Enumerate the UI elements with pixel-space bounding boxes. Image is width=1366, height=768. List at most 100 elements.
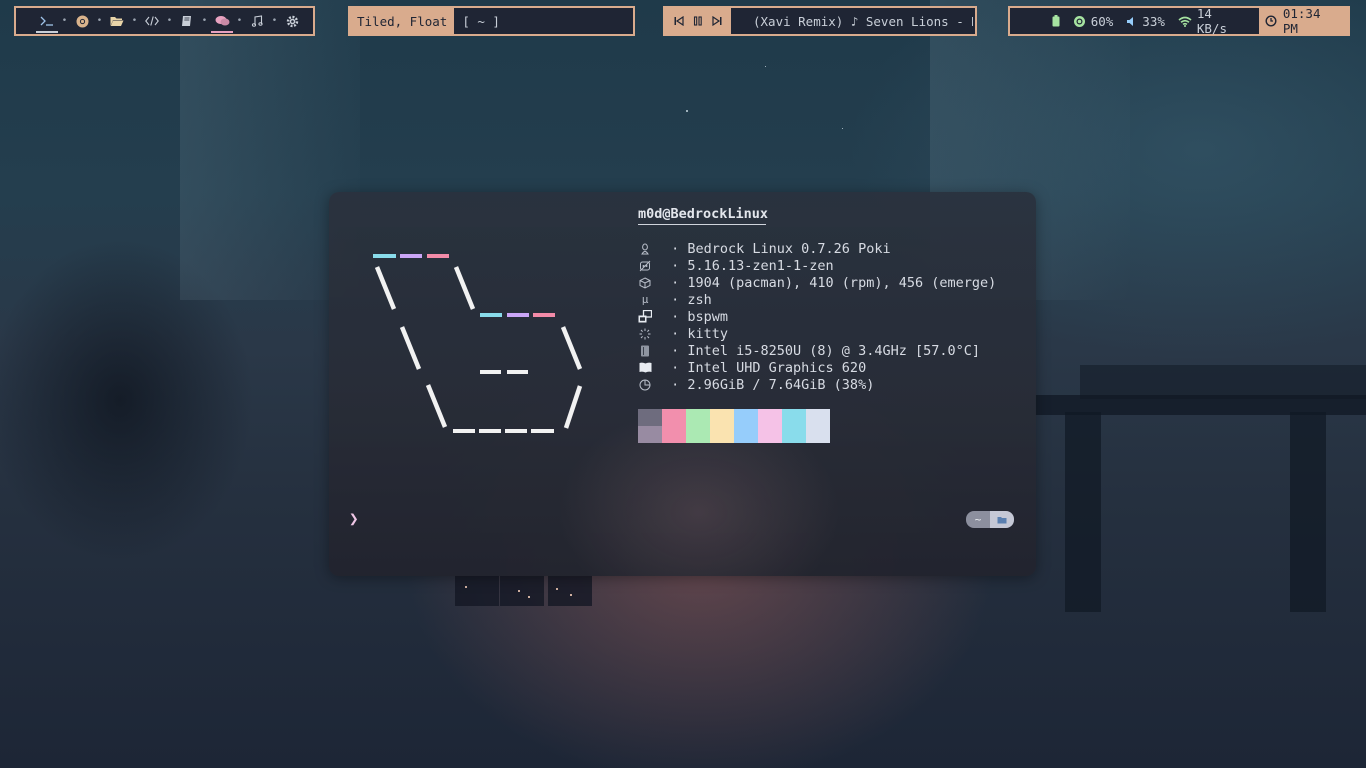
- workspace-separator: •: [201, 16, 208, 26]
- info-value: · 2.96GiB / 7.64GiB (38%): [663, 376, 875, 393]
- workspace-separator: •: [61, 16, 68, 26]
- color-swatch: [734, 409, 758, 443]
- network[interactable]: 14 KB/s: [1178, 6, 1246, 36]
- workspace-active-indicator: [36, 31, 58, 33]
- info-row: · Intel UHD Graphics 620: [638, 359, 996, 376]
- workspace-separator: •: [236, 16, 243, 26]
- workspace-list: • • • • • • •: [36, 8, 301, 34]
- network-speed: 14 KB/s: [1196, 6, 1227, 36]
- gear-icon: [286, 15, 299, 28]
- chat-icon: [215, 15, 230, 27]
- info-value: · 1904 (pacman), 410 (rpm), 456 (emerge): [663, 274, 997, 291]
- workspace-chat-icon[interactable]: [211, 8, 233, 34]
- window-manager-icon: [638, 310, 652, 324]
- clock[interactable]: 01:34 PM: [1258, 6, 1348, 36]
- title-separator: [638, 224, 766, 228]
- workspace-separator: •: [166, 16, 173, 26]
- color-swatch: [638, 409, 662, 443]
- cwd-badge: ~: [966, 511, 1014, 528]
- info-row: · Intel i5-8250U (8) @ 3.4GHz [57.0°C]: [638, 342, 996, 359]
- media-bar: (Xavi Remix) ♪ Seven Lions - D: [663, 6, 977, 36]
- wallpaper-city: [500, 576, 544, 606]
- volume[interactable]: 33%: [1126, 14, 1165, 29]
- color-swatch: [806, 409, 830, 443]
- clock-icon: [1265, 15, 1277, 27]
- workspace-separator: •: [271, 16, 278, 26]
- window-title: [ ~ ]: [454, 8, 500, 34]
- window-title-label: [ ~ ]: [462, 13, 500, 29]
- layout-indicator[interactable]: Tiled, Float: [350, 8, 455, 34]
- workspace-music-icon[interactable]: [248, 8, 266, 34]
- user-host: m0d@BedrockLinux: [638, 206, 769, 222]
- terminal-window[interactable]: m0d@BedrockLinux · Bedrock Linux 0.7.26 …: [329, 192, 1036, 576]
- volume-value: 33%: [1142, 13, 1165, 29]
- terminal-icon: [40, 16, 54, 26]
- wallpaper-table-leg: [1290, 412, 1326, 612]
- workspace-code-icon[interactable]: [143, 8, 161, 34]
- battery[interactable]: [1052, 15, 1060, 27]
- workspace-active-indicator: [211, 31, 233, 33]
- info-value: · kitty: [663, 325, 729, 342]
- package-icon: [638, 276, 652, 290]
- memory-icon: [638, 378, 652, 392]
- folder-icon: [990, 511, 1014, 528]
- info-value: · 5.16.13-zen1-1-zen: [663, 257, 834, 274]
- wallpaper-star: [842, 128, 843, 129]
- wallpaper-city: [548, 576, 592, 606]
- code-icon: [145, 16, 159, 26]
- workspace-chrome-icon[interactable]: [73, 8, 91, 34]
- brightness-value: 60%: [1090, 13, 1114, 29]
- brightness[interactable]: 60%: [1073, 13, 1114, 29]
- folder-icon: [110, 16, 124, 27]
- color-swatch: [782, 409, 806, 443]
- next-icon[interactable]: [712, 16, 722, 26]
- workspace-separator: •: [96, 16, 103, 26]
- layout-label: Tiled, Float: [357, 13, 448, 29]
- wifi-icon: [1178, 16, 1192, 27]
- color-swatch: [710, 409, 734, 443]
- workspace-gear-icon[interactable]: [283, 8, 301, 34]
- info-value: · zsh: [663, 291, 712, 308]
- cpu-icon: [638, 344, 652, 358]
- cwd-label: ~: [966, 511, 990, 528]
- bedrock-ascii-logo: [373, 254, 583, 433]
- prompt-symbol[interactable]: ❯: [349, 509, 359, 528]
- shell-icon: μ: [641, 293, 649, 306]
- workspace-terminal-icon[interactable]: [36, 8, 58, 34]
- media-controls: [665, 8, 731, 34]
- workspace-book-icon[interactable]: [178, 8, 196, 34]
- info-row: μ · zsh: [638, 291, 996, 308]
- workspace-folder-icon[interactable]: [108, 8, 126, 34]
- status-bar: 60% 33% 14 KB/s 01:34 PM: [1008, 6, 1350, 36]
- color-swatch: [662, 409, 686, 443]
- color-swatch: [686, 409, 710, 443]
- media-track[interactable]: (Xavi Remix) ♪ Seven Lions - D: [731, 8, 973, 34]
- wallpaper-table-leg: [1065, 412, 1101, 612]
- info-row: · 2.96GiB / 7.64GiB (38%): [638, 376, 996, 393]
- kernel-icon: [638, 259, 652, 273]
- book-icon: [181, 15, 193, 27]
- brightness-icon: [1073, 15, 1086, 28]
- linux-icon: [638, 242, 652, 256]
- system-info: m0d@BedrockLinux · Bedrock Linux 0.7.26 …: [638, 206, 996, 393]
- music-icon: [251, 15, 263, 27]
- pause-icon[interactable]: [693, 16, 703, 26]
- previous-icon[interactable]: [674, 16, 684, 26]
- workspace-separator: •: [131, 16, 138, 26]
- wallpaper-city: [455, 576, 499, 606]
- wallpaper-star: [765, 66, 766, 67]
- info-row: · 5.16.13-zen1-1-zen: [638, 257, 996, 274]
- color-palette: [638, 409, 830, 443]
- workspace-bar: • • • • • • •: [14, 6, 315, 36]
- clock-time: 01:34 PM: [1282, 6, 1321, 36]
- info-row: · 1904 (pacman), 410 (rpm), 456 (emerge): [638, 274, 996, 291]
- window-info-bar: Tiled, Float [ ~ ]: [348, 6, 635, 36]
- info-value: · Bedrock Linux 0.7.26 Poki: [663, 240, 891, 257]
- info-rows: · Bedrock Linux 0.7.26 Poki · 5.16.13-ze…: [638, 240, 996, 393]
- info-value: · bspwm: [663, 308, 729, 325]
- info-row: · bspwm: [638, 308, 996, 325]
- info-row: · kitty: [638, 325, 996, 342]
- wallpaper-table: [1080, 365, 1366, 399]
- info-row: · Bedrock Linux 0.7.26 Poki: [638, 240, 996, 257]
- info-value: · Intel i5-8250U (8) @ 3.4GHz [57.0°C]: [663, 342, 980, 359]
